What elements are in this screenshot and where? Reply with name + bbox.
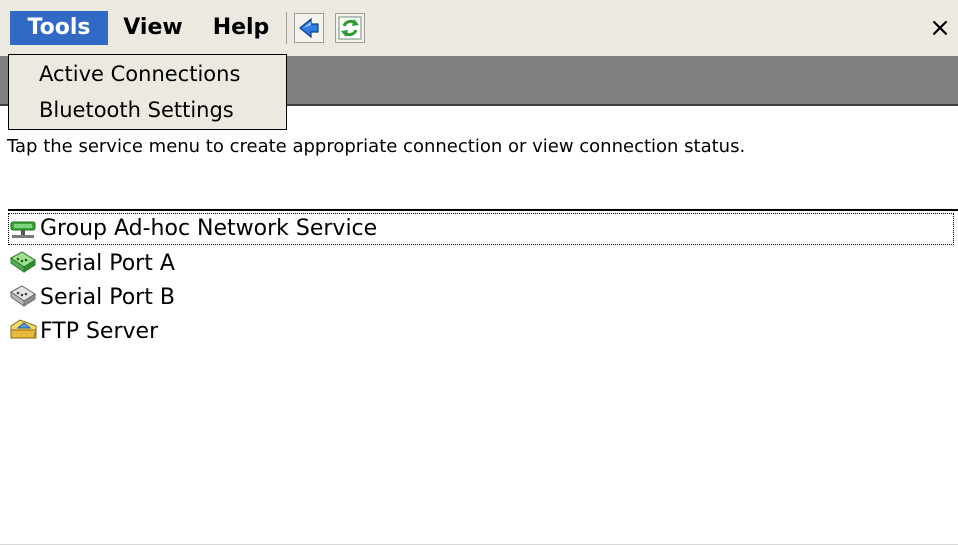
menu-help[interactable]: Help — [198, 11, 284, 45]
ftp-folder-icon — [8, 316, 40, 344]
service-label: FTP Server — [40, 319, 159, 344]
serial-port-active-icon — [8, 248, 40, 276]
service-ftp-server[interactable]: FTP Server — [8, 316, 954, 348]
service-group-adhoc-network[interactable]: Group Ad-hoc Network Service — [8, 213, 954, 245]
menu-item-active-connections[interactable]: Active Connections — [39, 56, 240, 92]
service-serial-port-b[interactable]: Serial Port B — [8, 282, 954, 314]
menu-bar: Tools View Help × — [0, 0, 958, 57]
refresh-icon — [338, 16, 362, 40]
instruction-text: Tap the service menu to create appropria… — [7, 136, 746, 157]
service-serial-port-a[interactable]: Serial Port A — [8, 248, 954, 280]
serial-port-inactive-icon — [8, 282, 40, 310]
menu-view[interactable]: View — [108, 11, 198, 45]
list-top-border — [8, 209, 958, 211]
close-button[interactable]: × — [928, 12, 952, 44]
menu-item-bluetooth-settings[interactable]: Bluetooth Settings — [39, 92, 234, 128]
network-icon — [8, 213, 40, 241]
back-button[interactable] — [294, 13, 324, 43]
service-label: Group Ad-hoc Network Service — [40, 216, 378, 241]
service-label: Serial Port A — [40, 251, 175, 276]
toolbar-separator — [286, 12, 287, 44]
back-arrow-icon — [299, 17, 319, 39]
refresh-button[interactable] — [335, 13, 365, 43]
service-label: Serial Port B — [40, 285, 175, 310]
menu-tools[interactable]: Tools — [10, 11, 108, 45]
tools-dropdown-menu: Active Connections Bluetooth Settings — [8, 54, 287, 130]
